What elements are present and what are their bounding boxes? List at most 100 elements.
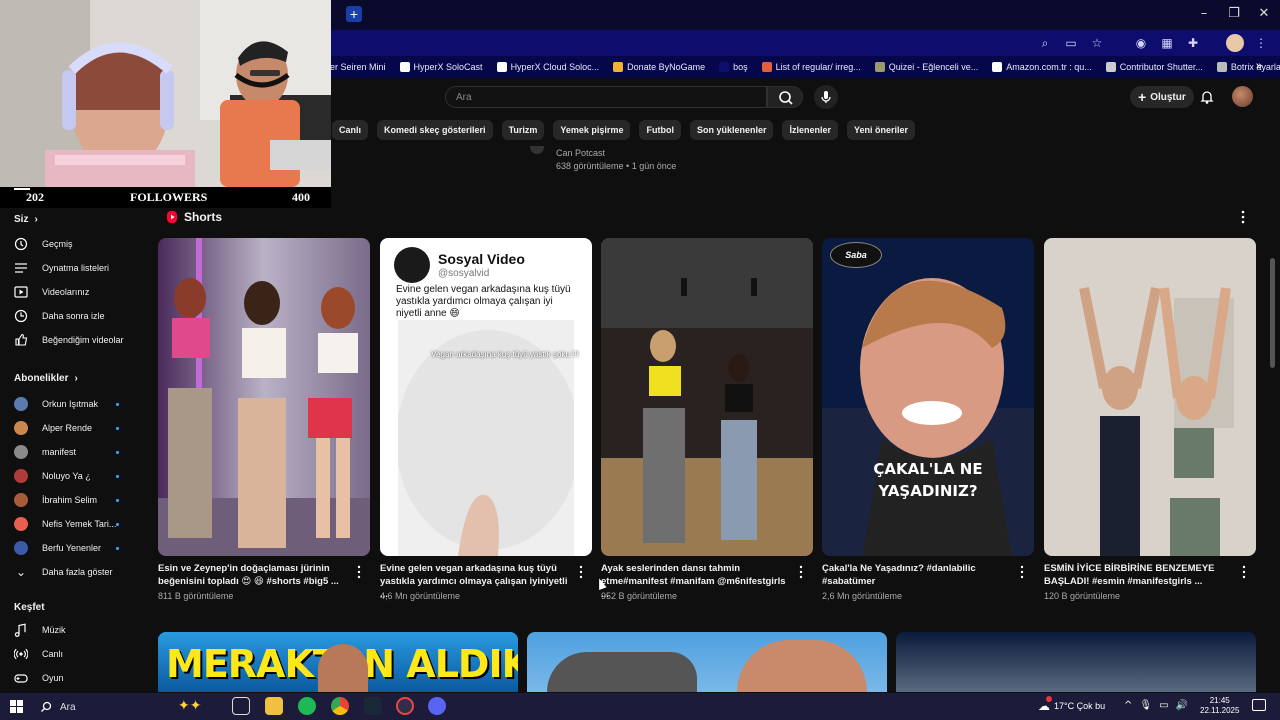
sidebar-item-you[interactable]: Beğendiğim videolar [14,333,124,347]
sidebar-subscription[interactable]: Noluyo Ya ¿ [14,469,91,483]
chrome-icon[interactable] [331,697,349,715]
tray-mic-icon[interactable]: 🎙 [1139,700,1152,711]
category-chip[interactable]: Turizm [501,120,545,140]
your-videos-icon [14,286,28,298]
short-card-5[interactable] [1044,238,1256,556]
sidebar-item-you[interactable]: Oynatma listeleri [14,261,109,275]
short-more-icon-3[interactable] [799,565,803,579]
sidebar-subscription[interactable]: Alper Rende [14,421,92,435]
subscription-label: Nefis Yemek Tari... [42,519,117,529]
notification-center-icon[interactable] [1252,699,1266,711]
restore-button[interactable]: ❐ [1222,4,1246,24]
sidebar-show-more[interactable]: ⌄ Daha fazla göster [14,565,113,579]
bookmark-star-icon[interactable]: ☆ [1088,34,1106,52]
spotify-icon[interactable] [298,697,316,715]
shorts-more-icon[interactable] [1240,210,1246,224]
short-title-4[interactable]: Çakal'la Ne Yaşadınız? #danlabilic #saba… [822,562,1012,588]
bookmark-item[interactable]: Quizei - Eğlenceli ve... [874,62,979,72]
tray-network-icon[interactable]: ▭ [1159,700,1168,711]
webcam-feed-image [0,0,331,187]
bookmark-favicon-icon [1105,62,1116,72]
short-more-icon-5[interactable] [1242,565,1246,579]
category-chip[interactable]: Son yüklenenler [689,120,774,140]
sidebar-subscription[interactable]: Orkun Işıtmak [14,397,98,411]
bookmark-item[interactable]: List of regular/ irreg... [761,62,861,72]
video-thumbnail-1[interactable]: MERAKTAN ALDIKLARIM [158,632,518,692]
short-title-5[interactable]: ESMİN İYİCE BİRBİRİNE BENZEMEYE BAŞLADI!… [1044,562,1234,588]
bookmark-item[interactable]: HyperX Cloud Soloc... [496,62,599,72]
file-explorer-icon[interactable] [265,697,283,715]
create-button[interactable]: + Oluştur [1130,86,1194,108]
search-button[interactable] [767,86,803,108]
account-avatar[interactable] [1232,86,1253,107]
short-card-2[interactable]: Sosyal Video @sosyalvid Evine gelen vega… [380,238,592,556]
discord-icon[interactable] [428,697,446,715]
sidebar-item-you[interactable]: Geçmiş [14,237,73,251]
voice-search-button[interactable] [814,85,838,109]
translate-icon[interactable]: ▦ [1158,34,1176,52]
minimize-button[interactable]: – [1192,4,1216,24]
sidebar-item-explore[interactable]: Müzik [14,623,66,637]
sidebar-you-heading[interactable]: Siz › [14,214,38,225]
sidebar-item-explore[interactable]: Oyun [14,671,64,685]
taskbar-clock[interactable]: 21:45 22.11.2025 [1200,696,1239,716]
bookmark-item[interactable]: boş [719,62,748,72]
short-title-1[interactable]: Esin ve Zeynep'in doğaçlaması jürinin be… [158,562,348,588]
bookmark-item[interactable]: Botrix ayarları nasıl... [1216,62,1280,72]
tray-volume-icon[interactable]: 🔊 [1176,700,1188,711]
sidebar-subscription[interactable]: Nefis Yemek Tari... [14,517,116,531]
sidebar-item-you[interactable]: Videolarınız [14,285,89,299]
chevron-right-icon: › [34,214,38,225]
category-chip[interactable]: Futbol [639,120,681,140]
extensions-puzzle-icon[interactable]: ✚ [1184,34,1202,52]
bookmark-label: Quizei - Eğlenceli ve... [888,62,979,72]
sidebar-explore-heading[interactable]: Keşfet [14,602,45,613]
taskbar-weather[interactable]: ☁ 17°C Çok bu [1038,699,1105,713]
short-more-icon-1[interactable] [357,565,361,579]
followers-label: FOLLOWERS [130,190,208,204]
category-chip[interactable]: Yeni öneriler [847,120,916,140]
previous-video-channel[interactable]: Can Potcast [556,148,605,158]
short-more-icon-2[interactable] [579,565,583,579]
bookmark-item[interactable]: HyperX SoloCast [399,62,483,72]
category-chip[interactable]: Canlı [332,120,369,140]
sidebar-item-you[interactable]: Daha sonra izle [14,309,105,323]
obs-icon[interactable] [396,697,414,715]
sidebar-subscription[interactable]: İbrahim Selim [14,493,97,507]
bookmark-item[interactable]: er Seiren Mini [330,62,386,72]
close-window-button[interactable]: ✕ [1252,4,1276,24]
category-chip[interactable]: Komedi skeç gösterileri [377,120,493,140]
sidebar-subscription[interactable]: manifest [14,445,76,459]
category-chip[interactable]: Yemek pişirme [553,120,631,140]
video-thumbnail-2[interactable] [527,632,887,692]
bookmark-item[interactable]: Amazon.com.tr : qu... [992,62,1092,72]
sidebar-subscription[interactable]: Berfu Yenenler [14,541,101,555]
search-input[interactable]: Ara [445,86,767,108]
sidebar-item-you-label: Geçmiş [42,239,73,249]
category-chip[interactable]: İzlenenler [782,120,838,140]
short-more-icon-4[interactable] [1020,565,1024,579]
task-view-icon[interactable] [232,697,250,715]
sidebar-subscriptions-heading[interactable]: Abonelikler › [14,373,78,384]
short-card-1[interactable] [158,238,370,556]
page-scrollbar[interactable] [1270,258,1275,368]
channel-avatar[interactable] [530,146,544,154]
steam-icon[interactable] [364,697,382,715]
windows-start-icon[interactable] [10,700,23,713]
bookmark-item[interactable]: Contributor Shutter... [1105,62,1203,72]
short-card-4[interactable]: Saba ÇAKAL'LA NE YAŞADINIZ? [822,238,1034,556]
notifications-bell-icon[interactable] [1199,89,1215,105]
video-thumbnail-3[interactable] [896,632,1256,692]
extension-icon[interactable]: ◉ [1132,34,1150,52]
new-tab-button[interactable]: + [346,6,362,22]
profile-icon[interactable] [1226,34,1244,52]
tray-chevron-icon[interactable]: ^ [1124,700,1132,711]
short-views-5: 120 B görüntüleme [1044,591,1121,601]
browser-menu-icon[interactable]: ⋮ [1252,34,1270,52]
zoom-icon[interactable]: ⌕ [1036,34,1054,52]
install-icon[interactable]: ▭ [1062,34,1080,52]
bookmark-item[interactable]: Donate ByNoGame [613,62,705,72]
bookmarks-overflow-icon[interactable]: » [1256,60,1262,72]
short-card-3[interactable] [601,238,813,556]
sidebar-item-explore[interactable]: Canlı [14,647,63,661]
